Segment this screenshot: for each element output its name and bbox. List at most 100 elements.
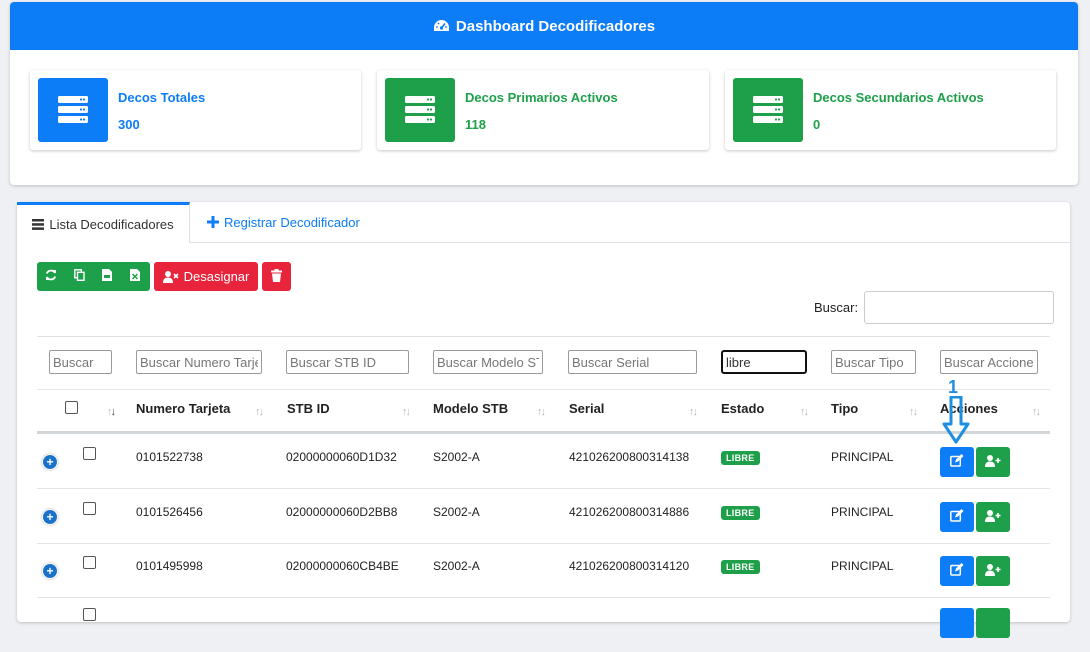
table-row: + 0101526456 02000000060D2BB8 S2002-A 42… — [37, 489, 1050, 544]
status-badge: LIBRE — [721, 560, 760, 574]
tab-label: Registrar Decodificador — [224, 214, 360, 230]
stat-card-primary: Decos Primarios Activos 118 — [377, 70, 709, 150]
stat-card-secondary: Decos Secundarios Activos 0 — [725, 70, 1056, 150]
column-header-tipo[interactable]: Tipo — [831, 401, 858, 416]
sort-icon[interactable]: ↑↓ — [689, 406, 698, 418]
table-header-row: ↑↓ Numero Tarjeta ↑↓ STB ID ↑↓ Modelo ST… — [37, 388, 1050, 434]
cell-tipo: PRINCIPAL — [831, 505, 894, 519]
sort-icon[interactable]: ↑↓ — [909, 406, 918, 418]
excel-button[interactable] — [121, 262, 149, 291]
tab-label: Lista Decodificadores — [49, 216, 174, 232]
stat-value: 118 — [465, 117, 486, 132]
edit-button[interactable] — [940, 502, 974, 532]
row-checkbox[interactable] — [83, 502, 96, 515]
csv-button[interactable] — [93, 262, 121, 291]
trash-icon — [271, 268, 282, 285]
expand-row-button[interactable]: + — [43, 510, 57, 524]
column-header-numero-tarjeta[interactable]: Numero Tarjeta — [136, 401, 230, 416]
expand-row-button[interactable]: + — [43, 564, 57, 578]
server-icon — [38, 78, 108, 142]
list-icon — [32, 218, 45, 230]
dashboard-card: Dashboard Decodificadores Decos Totales … — [10, 2, 1078, 185]
filter-input-select[interactable] — [49, 350, 112, 374]
refresh-icon — [45, 269, 57, 284]
cell-numero-tarjeta: 0101526456 — [136, 505, 203, 519]
unassign-button[interactable]: Desasignar — [154, 262, 258, 291]
column-header-serial[interactable]: Serial — [569, 401, 604, 416]
assign-user-button[interactable] — [976, 447, 1010, 477]
csv-file-icon — [102, 269, 112, 284]
assign-user-button[interactable] — [976, 556, 1010, 586]
cell-tipo: PRINCIPAL — [831, 559, 894, 573]
sort-icon[interactable]: ↑↓ — [107, 406, 116, 418]
filter-input-tipo[interactable] — [831, 350, 916, 374]
annotation-number: 1 — [948, 377, 959, 397]
column-filter-row — [37, 336, 1050, 390]
stat-value: 300 — [118, 117, 140, 132]
search-label: Buscar: — [814, 300, 859, 315]
edit-icon — [950, 509, 964, 525]
status-badge: LIBRE — [721, 451, 760, 465]
stat-label: Decos Totales — [118, 90, 206, 105]
server-icon — [733, 78, 803, 142]
edit-button[interactable] — [940, 447, 974, 477]
filter-input-estado[interactable] — [721, 350, 807, 374]
user-add-icon — [985, 509, 1001, 525]
filter-input-acciones[interactable] — [940, 350, 1038, 374]
column-header-stb-id[interactable]: STB ID — [287, 401, 330, 416]
cell-serial: 421026200800314138 — [569, 450, 690, 464]
filter-input-modelo-stb[interactable] — [433, 350, 543, 374]
cell-stb-id: 02000000060CB4BE — [286, 559, 399, 573]
assign-user-button[interactable] — [976, 608, 1010, 638]
edit-icon — [950, 454, 964, 470]
user-remove-icon — [162, 270, 179, 283]
plus-icon — [207, 216, 219, 228]
cell-numero-tarjeta: 0101522738 — [136, 450, 203, 464]
filter-input-numero-tarjeta[interactable] — [136, 350, 262, 374]
search-input[interactable] — [864, 291, 1054, 324]
excel-file-icon — [130, 269, 140, 284]
refresh-button[interactable] — [37, 262, 65, 291]
dashboard-header: Dashboard Decodificadores — [10, 2, 1078, 50]
table-row — [37, 598, 1050, 652]
row-checkbox[interactable] — [83, 447, 96, 460]
assign-user-button[interactable] — [976, 502, 1010, 532]
filter-input-serial[interactable] — [568, 350, 697, 374]
expand-row-button[interactable]: + — [43, 455, 57, 469]
edit-button[interactable] — [940, 608, 974, 638]
gauge-icon — [433, 19, 450, 33]
cell-tipo: PRINCIPAL — [831, 450, 894, 464]
cell-stb-id: 02000000060D1D32 — [286, 450, 397, 464]
cell-stb-id: 02000000060D2BB8 — [286, 505, 398, 519]
cell-modelo-stb: S2002-A — [433, 450, 480, 464]
dashboard-title: Dashboard Decodificadores — [455, 17, 656, 35]
copy-button[interactable] — [65, 262, 93, 291]
sort-icon[interactable]: ↑↓ — [800, 406, 809, 418]
table-row: + 0101522738 02000000060D1D32 S2002-A 42… — [37, 434, 1050, 489]
stat-label: Decos Secundarios Activos — [813, 90, 984, 105]
sort-icon[interactable]: ↑↓ — [255, 406, 264, 418]
server-icon — [385, 78, 455, 142]
user-add-icon — [985, 563, 1001, 579]
copy-icon — [73, 269, 85, 284]
user-add-icon — [985, 454, 1001, 470]
cell-numero-tarjeta: 0101495998 — [136, 559, 203, 573]
column-header-estado[interactable]: Estado — [721, 401, 764, 416]
tab-bar: Lista Decodificadores Registrar Decodifi… — [17, 202, 1070, 243]
edit-button[interactable] — [940, 556, 974, 586]
decoder-list-panel: Lista Decodificadores Registrar Decodifi… — [17, 202, 1070, 638]
stat-value: 0 — [813, 117, 821, 132]
tab-lista-decodificadores[interactable]: Lista Decodificadores — [17, 202, 190, 243]
status-badge: LIBRE — [721, 506, 760, 520]
filter-input-stb-id[interactable] — [286, 350, 409, 374]
sort-icon[interactable]: ↑↓ — [537, 406, 546, 418]
delete-button[interactable] — [262, 262, 291, 291]
select-all-checkbox[interactable] — [65, 401, 78, 414]
sort-icon[interactable]: ↑↓ — [1032, 406, 1041, 418]
row-checkbox[interactable] — [83, 556, 96, 569]
sort-icon[interactable]: ↑↓ — [402, 406, 411, 418]
row-checkbox[interactable] — [83, 608, 96, 621]
column-header-modelo-stb[interactable]: Modelo STB — [433, 401, 508, 416]
export-button-group — [37, 262, 150, 291]
tab-registrar-decodificador[interactable]: Registrar Decodificador — [207, 202, 360, 242]
